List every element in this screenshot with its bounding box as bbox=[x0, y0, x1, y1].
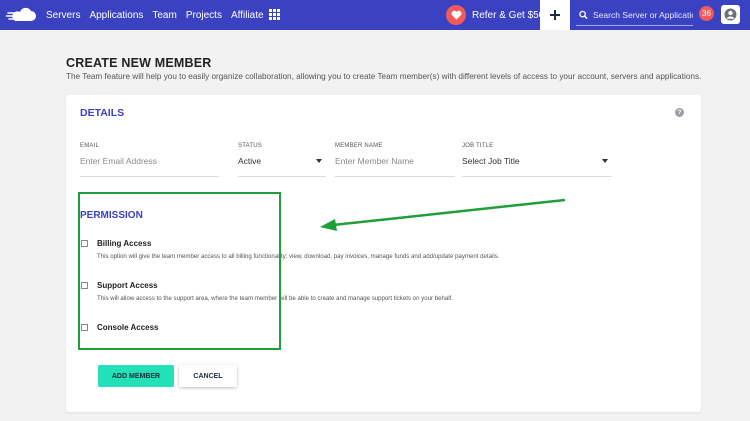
heart-icon bbox=[446, 5, 466, 25]
billing-access-checkbox[interactable] bbox=[81, 240, 88, 247]
search-input[interactable] bbox=[593, 9, 693, 20]
support-access-description: This will allow access to the support ar… bbox=[97, 295, 453, 302]
search-icon bbox=[579, 10, 588, 19]
console-access-checkbox[interactable] bbox=[81, 324, 88, 331]
details-heading: DETAILS bbox=[80, 107, 125, 119]
email-field-group: EMAIL bbox=[80, 143, 219, 177]
help-icon[interactable]: ? bbox=[675, 108, 684, 117]
billing-access-description: This option will give the team member ac… bbox=[97, 253, 500, 260]
status-field-group: STATUS Active bbox=[238, 143, 326, 177]
job-title-select[interactable]: Select Job Title bbox=[462, 155, 612, 177]
plus-icon bbox=[550, 10, 560, 20]
member-form-card: DETAILS ? EMAIL STATUS Active MEMBER NAM… bbox=[66, 95, 701, 412]
cancel-button[interactable]: CANCEL bbox=[179, 365, 237, 387]
member-name-label: MEMBER NAME bbox=[335, 143, 383, 149]
console-access-label[interactable]: Console Access bbox=[97, 323, 159, 332]
permission-heading: PERMISSION bbox=[80, 210, 143, 221]
nav-item-servers[interactable]: Servers bbox=[46, 10, 80, 21]
job-title-field-group: JOB TITLE Select Job Title bbox=[462, 143, 612, 177]
avatar[interactable] bbox=[721, 5, 740, 24]
plus-button[interactable] bbox=[540, 0, 570, 30]
user-icon bbox=[724, 8, 737, 21]
member-name-field[interactable] bbox=[335, 155, 455, 166]
status-label: STATUS bbox=[238, 143, 262, 149]
notification-badge[interactable]: 36 bbox=[699, 6, 714, 21]
page-title: CREATE NEW MEMBER bbox=[66, 56, 212, 70]
support-access-checkbox[interactable] bbox=[81, 282, 88, 289]
nav-item-applications[interactable]: Applications bbox=[89, 10, 143, 21]
email-field[interactable] bbox=[80, 155, 219, 166]
member-name-field-group: MEMBER NAME bbox=[335, 143, 455, 177]
page-description: The Team feature will help you to easily… bbox=[66, 72, 702, 81]
billing-access-label[interactable]: Billing Access bbox=[97, 239, 151, 248]
job-title-value: Select Job Title bbox=[462, 156, 520, 166]
job-title-label: JOB TITLE bbox=[462, 143, 494, 149]
apps-grid-icon[interactable] bbox=[269, 9, 280, 20]
add-member-button[interactable]: ADD MEMBER bbox=[98, 365, 174, 387]
main-nav: Servers Applications Team Projects Affil… bbox=[46, 0, 273, 30]
chevron-down-icon bbox=[602, 159, 608, 163]
top-navbar: Servers Applications Team Projects Affil… bbox=[0, 0, 750, 30]
nav-item-projects[interactable]: Projects bbox=[186, 10, 222, 21]
chevron-down-icon bbox=[316, 159, 322, 163]
refer-label: Refer & Get $50 bbox=[472, 9, 545, 21]
refer-button[interactable]: Refer & Get $50 bbox=[446, 3, 544, 27]
status-select[interactable]: Active bbox=[238, 155, 326, 177]
nav-item-team[interactable]: Team bbox=[152, 10, 176, 21]
email-label: EMAIL bbox=[80, 143, 100, 149]
cloud-logo-icon[interactable] bbox=[6, 7, 36, 23]
status-value: Active bbox=[238, 156, 262, 166]
nav-item-affiliate[interactable]: Affiliate bbox=[231, 10, 264, 21]
support-access-label[interactable]: Support Access bbox=[97, 281, 158, 290]
search-bar bbox=[576, 4, 693, 26]
